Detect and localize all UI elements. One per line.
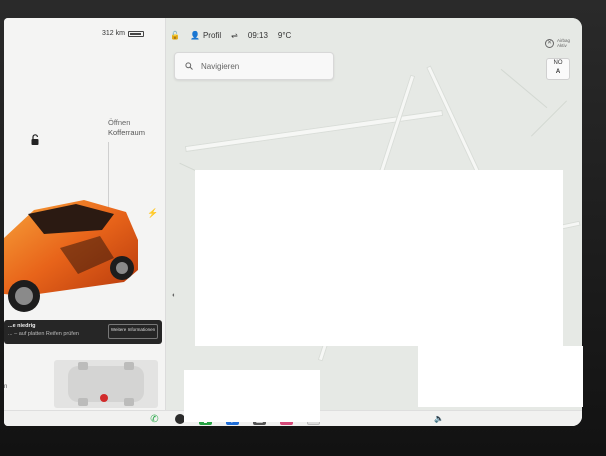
tire-pressure-alert: ...e niedrig ... – auf platten Reifen pr…: [4, 320, 162, 344]
battery-icon: [127, 30, 144, 37]
navigate-search-box[interactable]: Navigieren: [174, 52, 334, 80]
volume-icon[interactable]: 🔈: [434, 414, 444, 423]
passenger-airbag-indicator: ✕ Airbag Aktiv: [544, 38, 570, 48]
phone-icon[interactable]: ✆: [148, 413, 161, 425]
airbag-icon: ✕: [544, 38, 554, 48]
tire-section-label: n: [4, 384, 8, 390]
more-info-button[interactable]: Weitere Informationen: [108, 324, 158, 339]
search-placeholder: Navigieren: [201, 61, 240, 71]
charge-port-icon[interactable]: ⚡: [147, 208, 158, 219]
lock-status-icon[interactable]: 🔓: [170, 31, 180, 40]
tire-pressure-diagram[interactable]: [54, 360, 158, 408]
open-trunk-button[interactable]: Öffnen Kofferraum: [108, 118, 145, 138]
profile-button[interactable]: 👤 Profil: [190, 31, 221, 40]
redacted-region: [195, 170, 563, 346]
range-indicator: 312 km: [102, 30, 144, 37]
temperature-text: 9°C: [277, 30, 292, 40]
airbag-line2: Aktiv: [556, 43, 567, 48]
car-topview-icon: [68, 362, 144, 406]
redacted-region: [184, 370, 320, 422]
compass-heading: NO: [553, 60, 563, 66]
wifi-icon: ⇌: [231, 30, 238, 40]
car-image: [4, 200, 138, 312]
redacted-region: [418, 346, 583, 407]
trunk-label: Kofferraum: [108, 128, 145, 137]
search-icon: [185, 62, 193, 70]
range-text: 312 km: [102, 30, 125, 37]
compass-letter: A: [555, 69, 561, 75]
clock-text: 09:13: [247, 30, 268, 40]
map-marker-icon[interactable]: ◐: [172, 292, 176, 299]
status-bar: 🔓 👤 Profil ⇌ 09:13 9°C: [170, 28, 291, 42]
unlock-icon[interactable]: [30, 134, 40, 146]
profile-label: Profil: [202, 30, 222, 40]
vehicle-panel: 312 km Öffnen Kofferraum ⚡ ...e niedrig …: [4, 18, 166, 410]
person-icon: 👤: [189, 30, 200, 40]
trunk-action-label: Öffnen: [108, 118, 131, 127]
map-compass-button[interactable]: NO A: [546, 58, 570, 80]
